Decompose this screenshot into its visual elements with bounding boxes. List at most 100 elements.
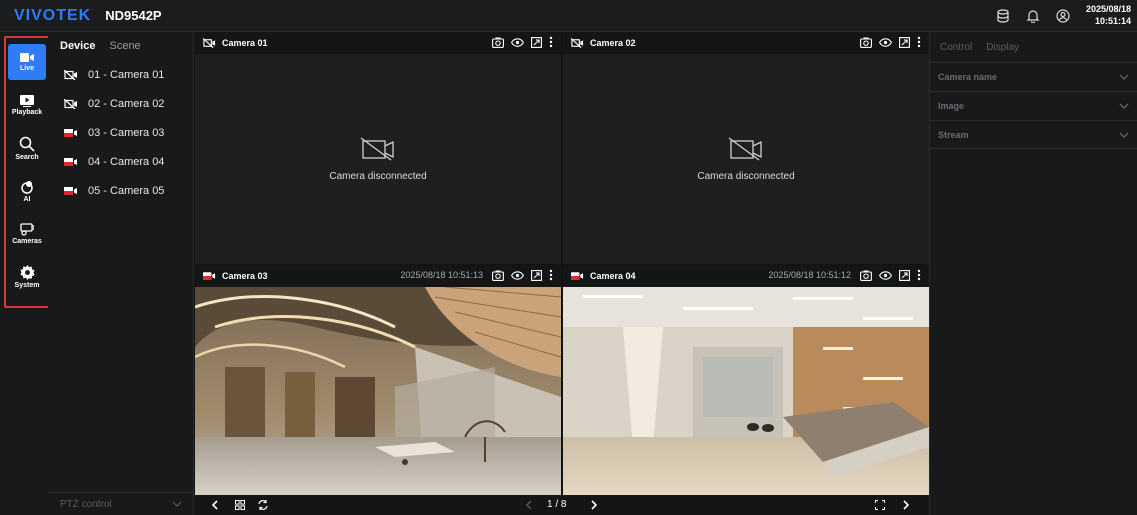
ai-icon — [21, 180, 33, 194]
device-item[interactable]: 05 - Camera 05 — [48, 176, 193, 205]
tile-header: Camera 03 2025/08/18 10:51:13 — [195, 265, 561, 287]
disconnected-message: Camera disconnected — [697, 170, 795, 182]
nav-label-search: Search — [15, 153, 39, 161]
page-prev-icon[interactable] — [525, 500, 532, 510]
disconnected-overlay: Camera disconnected — [195, 54, 561, 264]
tab-scene[interactable]: Scene — [109, 40, 140, 52]
nav-item-system[interactable]: System — [8, 259, 46, 295]
device-item[interactable]: 04 - Camera 04 — [48, 147, 193, 176]
top-bar: VIVOTEK ND9542P 2025/08/18 10:51:14 — [0, 0, 1137, 32]
section-image[interactable]: Image — [930, 91, 1137, 120]
bell-icon[interactable] — [1023, 6, 1043, 26]
nav-item-ai[interactable]: AI — [8, 173, 46, 209]
tile-title: Camera 02 — [590, 38, 636, 48]
eye-icon[interactable] — [511, 37, 524, 47]
camera-off-icon — [728, 136, 762, 161]
page-next-icon[interactable] — [591, 500, 598, 510]
main-nav: Live Playback Search AI Cameras System — [0, 32, 50, 515]
camera-recording-icon — [64, 128, 77, 137]
camera-disconnected-icon — [571, 38, 584, 48]
ptz-control-header[interactable]: PTZ control — [48, 492, 194, 515]
eye-icon[interactable] — [511, 270, 524, 280]
section-camera-name[interactable]: Camera name — [930, 62, 1137, 91]
device-panel-tabs: Device Scene — [48, 32, 193, 60]
chevron-down-icon — [1119, 103, 1129, 109]
disconnected-overlay: Camera disconnected — [563, 54, 929, 264]
fullscreen-icon[interactable] — [899, 36, 910, 48]
control-panel: Control Display Camera name Image Stream — [929, 32, 1137, 515]
live-icon — [20, 53, 34, 62]
snapshot-icon[interactable] — [860, 270, 872, 281]
nav-item-playback[interactable]: Playback — [8, 87, 46, 123]
snapshot-icon[interactable] — [492, 270, 504, 281]
section-label: Image — [938, 101, 965, 111]
nav-label-live: Live — [19, 65, 34, 72]
video-tile-camera-02[interactable]: Camera 02 Camera disconnected — [563, 32, 929, 264]
tile-title: Camera 01 — [222, 38, 268, 48]
fullscreen-icon[interactable] — [531, 269, 542, 281]
eye-icon[interactable] — [879, 270, 892, 280]
device-panel: Device Scene 01 - Camera 01 02 - Camera … — [48, 32, 194, 515]
device-label: 05 - Camera 05 — [88, 184, 165, 197]
tile-header: Camera 01 — [195, 32, 561, 54]
tile-title: Camera 04 — [590, 271, 636, 281]
clock-time: 10:51:14 — [1094, 16, 1131, 26]
camera-recording-icon — [64, 186, 77, 195]
tile-title: Camera 03 — [222, 271, 268, 281]
more-icon[interactable] — [917, 269, 921, 281]
storage-icon[interactable] — [993, 6, 1013, 26]
chevron-down-icon — [1119, 74, 1129, 80]
device-item[interactable]: 01 - Camera 01 — [48, 60, 193, 89]
video-grid: Camera 01 Camera disconnected Camera 02 — [194, 32, 929, 495]
nav-item-search[interactable]: Search — [8, 130, 46, 166]
video-tile-camera-01[interactable]: Camera 01 Camera disconnected — [195, 32, 561, 264]
section-label: Stream — [938, 129, 969, 140]
section-stream[interactable]: Stream — [930, 120, 1137, 149]
device-label: 02 - Camera 02 — [88, 97, 165, 110]
tile-header: Camera 04 2025/08/18 10:51:12 — [563, 265, 929, 287]
device-item[interactable]: 03 - Camera 03 — [48, 118, 193, 147]
camera-recording-icon — [203, 272, 216, 280]
disconnected-message: Camera disconnected — [329, 170, 427, 182]
playback-icon — [20, 94, 34, 107]
tab-display[interactable]: Display — [986, 42, 1019, 53]
camera-off-icon — [360, 136, 394, 161]
video-tile-camera-03[interactable]: Camera 03 2025/08/18 10:51:13 — [194, 265, 562, 495]
fullscreen-icon[interactable] — [899, 269, 910, 281]
fullscreen-icon[interactable] — [531, 36, 542, 48]
user-icon[interactable] — [1053, 6, 1073, 26]
nav-label-system: System — [14, 282, 40, 289]
nav-item-live[interactable]: Live — [8, 44, 46, 80]
tab-device[interactable]: Device — [60, 40, 95, 52]
chevron-left-icon[interactable] — [211, 500, 218, 510]
rotate-icon[interactable] — [257, 499, 269, 511]
nav-label-cameras: Cameras — [12, 238, 42, 245]
chevron-right-icon[interactable] — [903, 500, 910, 510]
more-icon[interactable] — [917, 36, 921, 48]
gear-icon — [19, 265, 35, 280]
camera-disconnected-icon — [64, 69, 77, 80]
snapshot-icon[interactable] — [860, 37, 872, 48]
nav-label-playback: Playback — [11, 108, 43, 116]
office-lobby-image — [563, 287, 929, 495]
video-tile-camera-04[interactable]: Camera 04 2025/08/18 10:51:12 — [563, 265, 929, 495]
view-control-bar: 1 / 8 — [195, 495, 929, 515]
expand-icon[interactable] — [875, 500, 885, 510]
layout-grid-icon[interactable] — [235, 500, 245, 510]
camera-recording-icon — [64, 157, 77, 166]
control-panel-tabs: Control Display — [930, 32, 1137, 62]
nav-item-cameras[interactable]: Cameras — [8, 216, 46, 252]
brand-logo[interactable]: VIVOTEK — [14, 7, 91, 25]
more-icon[interactable] — [549, 269, 553, 281]
search-icon — [19, 136, 35, 152]
cameras-icon — [20, 223, 34, 236]
device-label: 01 - Camera 01 — [88, 68, 165, 81]
camera-disconnected-icon — [64, 98, 77, 109]
device-model: ND9542P — [105, 8, 162, 23]
device-item[interactable]: 02 - Camera 02 — [48, 89, 193, 118]
tab-control[interactable]: Control — [940, 42, 972, 53]
more-icon[interactable] — [549, 36, 553, 48]
camera-disconnected-icon — [203, 38, 216, 48]
eye-icon[interactable] — [879, 37, 892, 47]
snapshot-icon[interactable] — [492, 37, 504, 48]
